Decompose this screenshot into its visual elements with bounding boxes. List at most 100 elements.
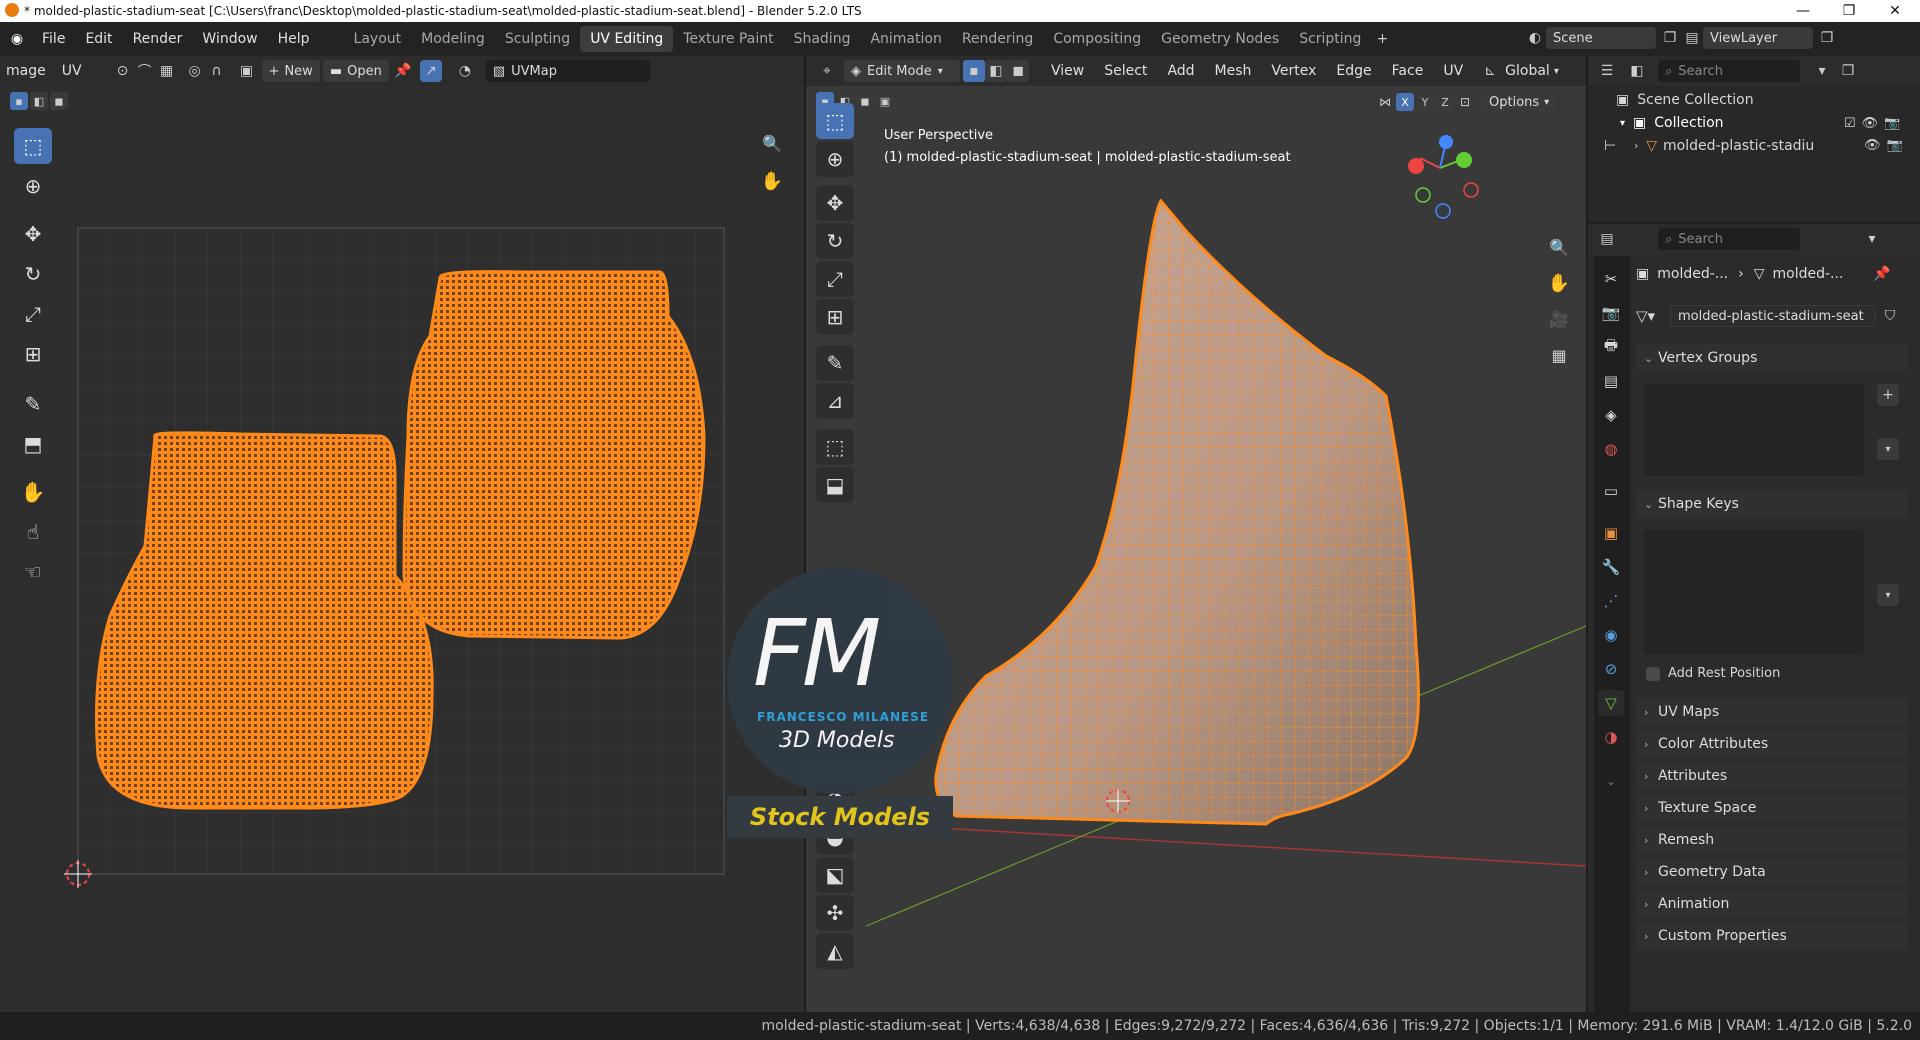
section-attributes[interactable]: › Attributes	[1636, 762, 1908, 790]
select-box-tool[interactable]: ⬚	[14, 128, 52, 164]
menu-edit[interactable]: Edit	[75, 22, 122, 56]
camera-icon[interactable]: 📷	[1887, 138, 1903, 153]
section-color-attributes[interactable]: › Color Attributes	[1636, 730, 1908, 758]
add-workspace-icon[interactable]: +	[1371, 28, 1393, 50]
gizmo-z-icon[interactable]	[1439, 135, 1453, 149]
shape-keys-list[interactable]	[1644, 530, 1864, 654]
constraints-tab-icon[interactable]: ⊘	[1598, 656, 1624, 682]
viewlayer-field[interactable]: ViewLayer	[1703, 27, 1813, 49]
output-tab-icon[interactable]: 🖶	[1598, 334, 1624, 360]
viewport-pan-icon[interactable]: ✋	[1548, 272, 1570, 294]
object-row[interactable]: ⊢ › ▽ molded-plastic-stadiu	[1604, 138, 1814, 154]
chevron-down-icon[interactable]: ⌄	[1598, 768, 1624, 794]
viewlayer-icon[interactable]: ▤	[1681, 27, 1703, 49]
tab-scripting[interactable]: Scripting	[1289, 26, 1371, 52]
tab-texture-paint[interactable]: Texture Paint	[673, 26, 783, 52]
physics-tab-icon[interactable]: ◉	[1598, 622, 1624, 648]
tab-uv-editing[interactable]: UV Editing	[580, 26, 674, 52]
scene-tab-icon[interactable]: ◈	[1598, 402, 1624, 428]
mesh-data-icon[interactable]: ▽▾	[1636, 307, 1670, 325]
chevron-down-icon[interactable]: ▾	[1861, 228, 1883, 250]
tab-modeling[interactable]: Modeling	[411, 26, 495, 52]
vertex-groups-list[interactable]	[1644, 384, 1864, 476]
scene-field[interactable]: Scene	[1546, 27, 1656, 49]
viewport-zoom-icon[interactable]: 🔍	[1548, 236, 1570, 258]
maximize-icon[interactable]: ❐	[1826, 0, 1872, 22]
checkbox-icon[interactable]	[1646, 666, 1660, 681]
gizmo-y-icon[interactable]	[1456, 152, 1472, 168]
tab-rendering[interactable]: Rendering	[952, 26, 1044, 52]
collection-tab-icon[interactable]: ▭	[1598, 478, 1624, 504]
modifier-tab-icon[interactable]: 🔧	[1598, 554, 1624, 580]
minimize-icon[interactable]: —	[1780, 0, 1826, 22]
properties-type-icon[interactable]: ▤	[1596, 228, 1618, 250]
move-tool[interactable]: ✥	[14, 216, 52, 252]
section-animation[interactable]: › Animation	[1636, 890, 1908, 918]
viewlayer-tab-icon[interactable]: ▤	[1598, 368, 1624, 394]
mesh-name-field[interactable]: molded-plastic-stadium-seat	[1670, 305, 1876, 327]
collection-row[interactable]: ▾ ▣ Collection	[1620, 115, 1724, 131]
object-tab-icon[interactable]: ▣	[1598, 520, 1624, 546]
rip-tool-3d[interactable]: ◭	[816, 933, 854, 969]
rip-tool[interactable]: ⬒	[14, 426, 52, 462]
section-shape-keys[interactable]: ⌄ Shape Keys	[1636, 490, 1908, 518]
scene-icon[interactable]: ◐	[1524, 27, 1546, 49]
camera-icon[interactable]: 📷	[1884, 116, 1900, 131]
transform-tool[interactable]: ⊞	[14, 336, 52, 372]
scale-tool[interactable]: ⤢	[14, 296, 52, 332]
menu-render[interactable]: Render	[123, 22, 193, 56]
relax-tool[interactable]: ☝	[14, 514, 52, 550]
section-custom-properties[interactable]: › Custom Properties	[1636, 922, 1908, 950]
annotate-tool[interactable]: ✎	[14, 386, 52, 422]
uv-canvas[interactable]	[0, 56, 804, 1012]
new-collection-icon[interactable]: ❐	[1837, 60, 1859, 82]
shear-tool-3d[interactable]: ⬕	[816, 857, 854, 893]
pin-icon[interactable]: 📌	[1873, 266, 1890, 282]
filter-icon[interactable]: ▾	[1811, 60, 1833, 82]
render-tab-icon[interactable]: 📷	[1598, 300, 1624, 326]
zoom-icon[interactable]: 🔍	[761, 132, 783, 154]
material-tab-icon[interactable]: ◑	[1598, 724, 1624, 750]
new-viewlayer-icon[interactable]: ❐	[1816, 27, 1838, 49]
scene-collection-row[interactable]: ▣ Scene Collection	[1616, 92, 1754, 108]
outliner-search[interactable]: ⌕ Search	[1658, 60, 1800, 82]
rotate-tool[interactable]: ↻	[14, 256, 52, 292]
fake-user-icon[interactable]: ⛉	[1879, 305, 1901, 327]
outliner[interactable]: ☰ ◧ ⌕ Search ▾ ❐ ▣ Scene Collection ▾ ▣ Coll…	[1588, 56, 1920, 222]
shape-key-menu-icon[interactable]: ▾	[1877, 584, 1899, 606]
select-box-tool-3d[interactable]: ⬚	[816, 103, 854, 139]
cursor-tool-3d[interactable]: ⊕	[816, 141, 854, 177]
section-vertex-groups[interactable]: ⌄ Vertex Groups	[1636, 344, 1908, 372]
camera-view-icon[interactable]: 🎥	[1548, 308, 1570, 330]
add-vertex-group-icon[interactable]: +	[1877, 384, 1899, 406]
section-remesh[interactable]: › Remesh	[1636, 826, 1908, 854]
shrink-tool-3d[interactable]: ✣	[816, 895, 854, 931]
blender-menu-icon[interactable]: ◉	[6, 28, 28, 50]
tool-tab-icon[interactable]: ✂	[1598, 266, 1624, 292]
ortho-toggle-icon[interactable]: ▦	[1548, 344, 1570, 366]
measure-tool-3d[interactable]: ⊿	[816, 383, 854, 419]
tab-shading[interactable]: Shading	[784, 26, 861, 52]
section-uv-maps[interactable]: › UV Maps	[1636, 698, 1908, 726]
cursor-tool[interactable]: ⊕	[14, 168, 52, 204]
tab-layout[interactable]: Layout	[344, 26, 412, 52]
section-geometry-data[interactable]: › Geometry Data	[1636, 858, 1908, 886]
add-rest-position-row[interactable]: Add Rest Position	[1646, 666, 1780, 681]
scale-tool-3d[interactable]: ⤢	[816, 261, 854, 297]
properties-search[interactable]: ⌕ Search	[1658, 228, 1800, 250]
menu-help[interactable]: Help	[268, 22, 320, 56]
tab-animation[interactable]: Animation	[860, 26, 951, 52]
tab-sculpting[interactable]: Sculpting	[495, 26, 580, 52]
transform-tool-3d[interactable]: ⊞	[816, 299, 854, 335]
pinch-tool[interactable]: ☜	[14, 554, 52, 590]
annotate-tool-3d[interactable]: ✎	[816, 345, 854, 381]
grab-tool[interactable]: ✋	[14, 474, 52, 510]
menu-window[interactable]: Window	[192, 22, 267, 56]
tab-compositing[interactable]: Compositing	[1043, 26, 1151, 52]
gizmo-x-icon[interactable]	[1408, 158, 1424, 174]
display-mode-icon[interactable]: ◧	[1626, 60, 1648, 82]
particles-tab-icon[interactable]: ⋰	[1598, 588, 1624, 614]
eye-icon[interactable]: 👁	[1862, 116, 1879, 131]
menu-file[interactable]: File	[32, 22, 75, 56]
uv-editor[interactable]: mage UV ⊙ ⌒ ▦ ◎ ∩ ▣ + New ▬ Open 📌 ↗ ◔ ▧ UV…	[0, 56, 804, 1012]
